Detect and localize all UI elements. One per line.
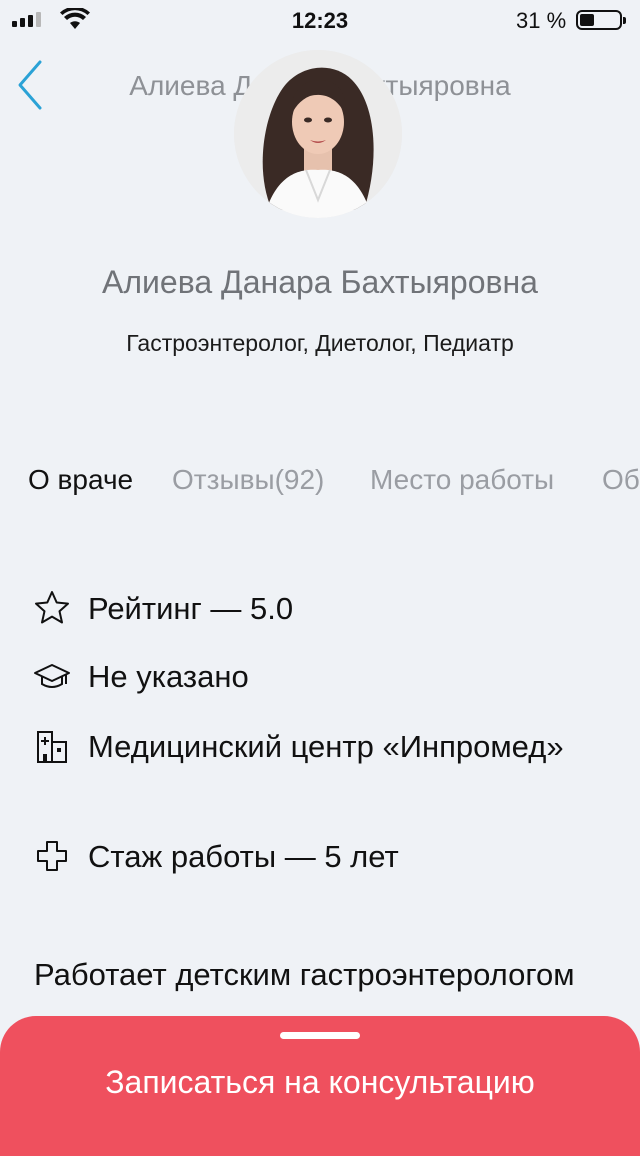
back-chevron-icon[interactable] [14,58,46,112]
doctor-description: Работает детским гастроэнтерологом [34,957,575,992]
clinic-row: Медицинский центр «Инпромед» [32,726,568,768]
graduation-cap-icon [34,664,70,688]
battery-percent: 31 % [516,8,567,33]
book-consultation-label: Записаться на консультацию [105,1064,535,1100]
book-consultation-button[interactable]: Записаться на консультацию [0,1016,640,1156]
medical-cross-icon [37,841,67,871]
education-row: Не указано [32,656,249,698]
tab-about-doctor[interactable]: О враче [28,464,133,496]
experience-text: Стаж работы — 5 лет [88,839,399,874]
clinic-text[interactable]: Медицинский центр «Инпромед» [88,726,568,768]
doctor-name: Алиева Данара Бахтыяровна [102,264,538,300]
doctor-avatar [234,50,402,218]
sheet-handle[interactable] [280,1032,360,1039]
experience-row: Стаж работы — 5 лет [32,836,399,878]
rating-row: Рейтинг — 5.0 [32,588,293,630]
tab-more[interactable]: Об [602,464,640,496]
tab-workplace[interactable]: Место работы [370,464,572,496]
tab-bar: О враче Отзывы(92) Место работы Об [0,464,640,504]
doctor-specialties: Гастроэнтеролог, Диетолог, Педиатр [126,330,514,356]
tab-reviews[interactable]: Отзывы(92) [172,464,340,496]
rating-text: Рейтинг — 5.0 [88,591,294,626]
status-bar: 12:23 31 % [0,0,640,40]
hospital-building-icon [37,731,67,763]
education-text: Не указано [88,659,249,694]
star-icon [35,591,69,624]
battery-icon [576,10,626,30]
